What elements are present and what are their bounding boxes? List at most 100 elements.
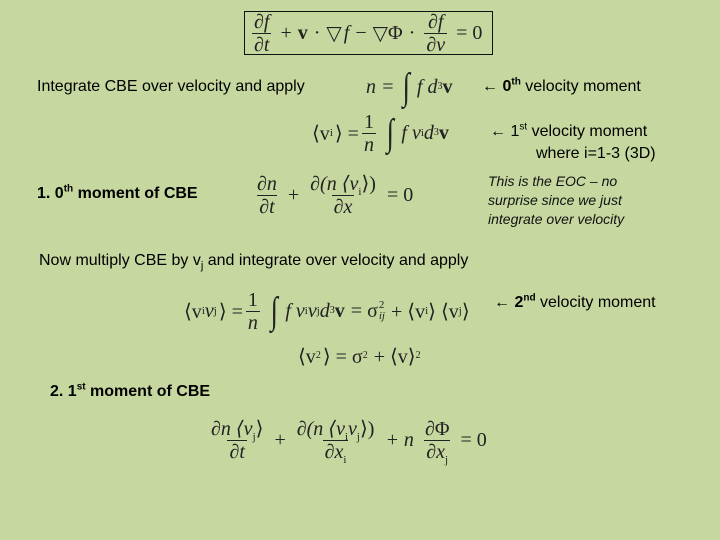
ordinal-suffix: st [76, 381, 86, 393]
left-arrow-icon: ← [482, 78, 498, 95]
equals-zero: = 0 [456, 21, 483, 44]
minus-sign: − [355, 21, 367, 44]
left-arrow-icon: ← [494, 294, 510, 311]
section-label: moment of CBE [77, 185, 198, 202]
dt-denominator: ∂t [254, 33, 270, 56]
sigma-indices: 2 ij [379, 300, 385, 322]
annotation-text: velocity moment [531, 123, 648, 140]
subscript-j: j [445, 453, 449, 466]
df-dv-fraction: ∂f ∂v [424, 10, 448, 56]
first-moment-cbe-equation: ∂n ⟨vj⟩ ∂t + ∂(n ⟨vivj⟩) ∂xi + n ∂Φ ∂xj … [206, 412, 493, 468]
v-symbol: v [204, 299, 214, 322]
variance-equation: ⟨v 2 ⟩ = σ2 + ⟨v⟩ 2 [298, 345, 421, 368]
momentum-time-fraction: ∂n ⟨vj⟩ ∂t [209, 418, 265, 463]
df-numerator: ∂f [254, 10, 270, 33]
numerator-close: ⟩ [255, 417, 264, 440]
integrand: f v [401, 121, 421, 144]
denominator: ∂t [229, 440, 245, 463]
instruction-text: and integrate over velocity and apply [203, 252, 469, 269]
flux-fraction: ∂(n ⟨vi⟩) ∂x [308, 173, 378, 218]
annotation-text: velocity moment [540, 294, 656, 311]
phi-symbol: Φ [388, 21, 403, 44]
integral-sign: ∫ [386, 112, 394, 154]
df-dt-fraction: ∂f ∂t [252, 10, 272, 56]
denominator: ∂x [333, 195, 353, 218]
section-1-heading: 1. 0th moment of CBE [37, 183, 198, 203]
stress-fraction: ∂(n ⟨vivj⟩) ∂xi [295, 417, 377, 466]
plus-sign: + [287, 183, 300, 206]
denominator: ∂t [259, 195, 275, 218]
velocity-vector: v [297, 21, 308, 44]
plus-n: + n [385, 428, 414, 451]
equals-sigma: ⟩ = σ [322, 345, 363, 368]
mean-v-close: ⟩ = [334, 122, 359, 145]
df-numerator: ∂f [427, 10, 444, 33]
section-2-heading: 2. 1st moment of CBE [50, 381, 211, 401]
annotation-text: velocity moment [525, 78, 641, 95]
note-line: This is the EOC – no [488, 173, 618, 189]
dimension-note: where i=1-3 (3D) [536, 145, 656, 162]
zeroth-moment-cbe-equation: ∂n ∂t + ∂(n ⟨vi⟩) ∂x = 0 [252, 170, 419, 220]
equals-sigma: = σ [350, 299, 378, 322]
nabla-symbol: ▽ [372, 22, 389, 45]
velocity-vector: v [442, 75, 453, 98]
numerator: ∂Φ [424, 417, 450, 440]
instruction-text: Now multiply CBE by v [39, 252, 201, 269]
mean-v-open: ⟨v [298, 345, 316, 368]
dv-denominator: ∂v [426, 33, 446, 56]
left-arrow-icon: ← [490, 123, 506, 140]
d-symbol: d [423, 121, 434, 144]
ordinal-suffix: th [63, 183, 74, 195]
one-over-n: 1 n [245, 288, 260, 334]
numerator: ∂n [257, 172, 277, 195]
integrate-instruction: Integrate CBE over velocity and apply [37, 78, 305, 95]
plus-sign: + [274, 428, 286, 451]
plus-mean-v: + ⟨v⟩ [373, 345, 416, 368]
second-moment-annotation: ← 2nd velocity moment [494, 292, 656, 312]
numerator: ∂n ⟨v [211, 417, 253, 440]
integral-sign: ∫ [402, 66, 410, 108]
eoc-note: This is the EOC – no surprise since we j… [488, 172, 624, 229]
numerator: ∂(n ⟨v [296, 417, 345, 440]
potential-gradient-fraction: ∂Φ ∂xj [423, 417, 452, 466]
mean-close: ⟩ [461, 300, 470, 323]
ordinal-suffix: nd [523, 292, 536, 304]
one-over-n: 1 n [361, 110, 376, 156]
first-moment-annotation: ← 1st velocity moment where i=1-3 (3D) [490, 121, 656, 165]
nabla-symbol: ▽ [326, 22, 342, 45]
integrand: f v [285, 299, 305, 322]
dot-operator: · [408, 21, 416, 44]
d-symbol: d [319, 299, 330, 322]
subscript-ij: ij [378, 310, 385, 322]
section-number: 1. 0 [37, 185, 64, 202]
numerator: 1 [247, 288, 258, 311]
mean-mid: ⟩ ⟨v [428, 300, 459, 323]
zeroth-moment-annotation: ← 0th velocity moment [482, 76, 641, 96]
dot-operator: · [313, 21, 321, 44]
subscript-i: i [343, 453, 347, 466]
mean-v-open: ⟨v [312, 122, 330, 145]
equals-zero: = 0 [386, 183, 414, 206]
section-label: moment of CBE [90, 383, 211, 400]
zeroth-moment-equation: n = ∫ f d3v [366, 66, 453, 108]
integral-sign: ∫ [270, 290, 278, 332]
denominator: ∂x [324, 440, 344, 463]
f-symbol: f [343, 21, 350, 44]
equals-zero: = 0 [460, 428, 487, 451]
v-symbol: v [348, 417, 357, 440]
n-equals: n = [366, 75, 395, 98]
mean-open: ⟨v [184, 300, 202, 323]
multiply-instruction: Now multiply CBE by vj and integrate ove… [39, 252, 469, 272]
denominator: n [247, 311, 258, 334]
denominator: ∂x [426, 440, 446, 463]
note-line: surprise since we just [488, 192, 622, 208]
integrand: f d [416, 75, 438, 98]
plus-mean-open: + ⟨v [390, 300, 426, 323]
ordinal-suffix: th [511, 76, 521, 88]
second-moment-equation: ⟨v i v j ⟩ = 1 n ∫ f vivjd3v = σ 2 ij + ⟨v i… [184, 288, 470, 334]
note-line: integrate over velocity [488, 211, 625, 227]
numerator: 1 [363, 110, 374, 133]
ordinal-suffix: st [519, 121, 528, 133]
velocity-vector: v [438, 121, 449, 144]
denominator: n [363, 133, 374, 156]
